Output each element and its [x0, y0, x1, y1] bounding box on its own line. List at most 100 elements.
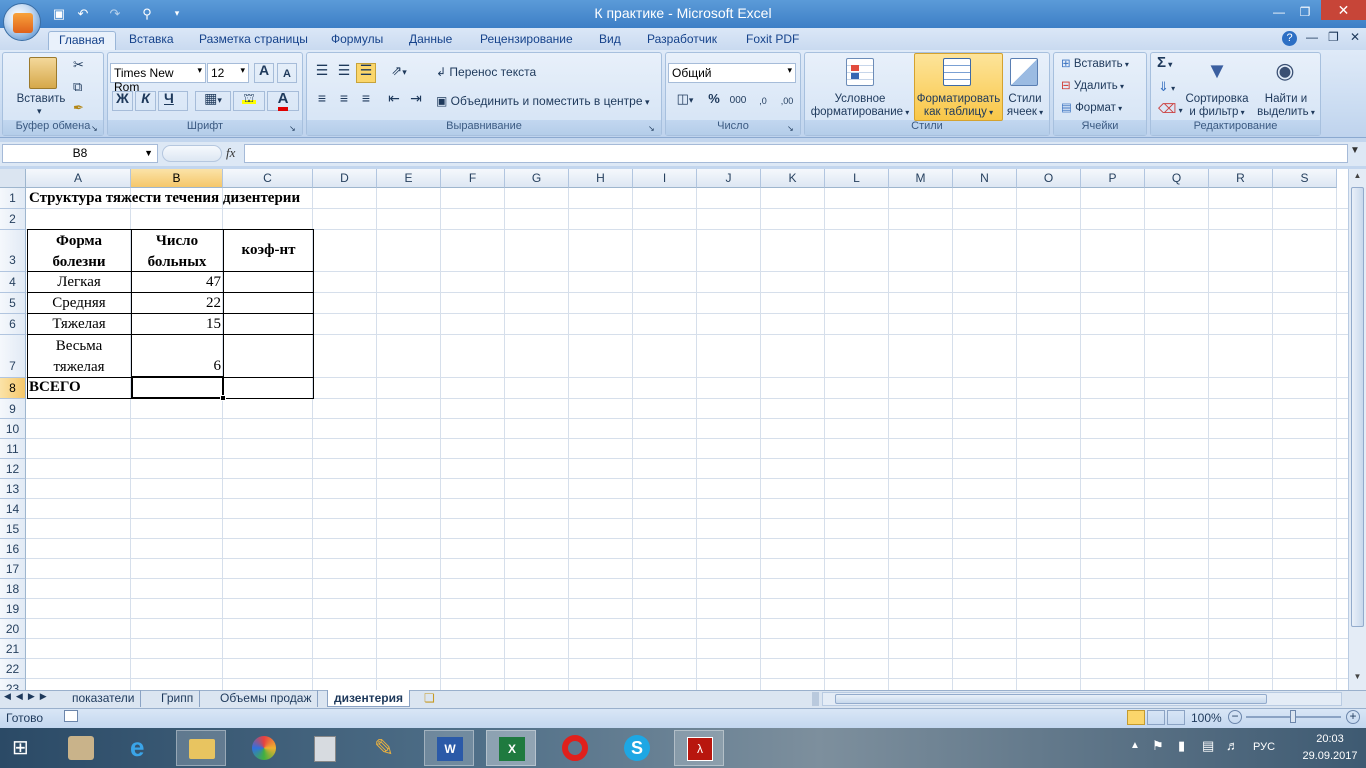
- ribbon-minimize-icon[interactable]: —: [1306, 30, 1318, 44]
- zoom-in-icon[interactable]: +: [1346, 710, 1360, 724]
- column-header-i[interactable]: I: [633, 169, 697, 188]
- font-launcher-icon[interactable]: ↘: [289, 124, 296, 133]
- column-header-b[interactable]: B: [131, 169, 223, 188]
- row-header-16[interactable]: 16: [0, 539, 26, 559]
- undo-icon[interactable]: ↶: [74, 5, 92, 22]
- page-layout-view-icon[interactable]: [1147, 710, 1165, 725]
- row-header-6[interactable]: 6: [0, 314, 26, 335]
- autosum-button[interactable]: Σ ▾: [1157, 55, 1172, 71]
- maximize-icon[interactable]: ❐: [1292, 3, 1318, 21]
- scroll-up-icon[interactable]: ▲: [1351, 171, 1364, 184]
- percent-style-button[interactable]: %: [703, 91, 725, 111]
- align-middle-icon[interactable]: ☰: [334, 63, 354, 83]
- page-break-view-icon[interactable]: [1167, 710, 1185, 725]
- tab-developer[interactable]: Разработчик: [647, 31, 717, 50]
- font-color-button[interactable]: A: [267, 90, 299, 111]
- scroll-down-icon[interactable]: ▼: [1351, 672, 1364, 685]
- taskbar-word-icon[interactable]: W: [424, 730, 474, 766]
- column-header-p[interactable]: P: [1081, 169, 1145, 188]
- column-header-h[interactable]: H: [569, 169, 633, 188]
- tab-page-layout[interactable]: Разметка страницы: [199, 31, 308, 50]
- taskbar-skype-icon[interactable]: S: [612, 730, 662, 766]
- decrease-indent-icon[interactable]: ⇤: [384, 91, 404, 111]
- clear-icon[interactable]: ⌫ ▾: [1158, 102, 1183, 117]
- insert-cells-button[interactable]: ⊞ Вставить ▾: [1061, 58, 1129, 71]
- italic-button[interactable]: К: [135, 91, 156, 111]
- row-header-5[interactable]: 5: [0, 293, 26, 314]
- row-header-4[interactable]: 4: [0, 272, 26, 293]
- row-header-19[interactable]: 19: [0, 599, 26, 619]
- tab-formulas[interactable]: Формулы: [331, 31, 383, 50]
- format-painter-icon[interactable]: ✒: [73, 100, 84, 116]
- column-header-d[interactable]: D: [313, 169, 377, 188]
- column-header-a[interactable]: A: [26, 169, 131, 188]
- row-header-14[interactable]: 14: [0, 499, 26, 519]
- tab-view[interactable]: Вид: [599, 31, 621, 50]
- column-header-j[interactable]: J: [697, 169, 761, 188]
- ribbon-restore-icon[interactable]: ❐: [1328, 30, 1339, 44]
- bold-button[interactable]: Ж: [112, 91, 133, 111]
- redo-icon[interactable]: ↷: [106, 5, 124, 22]
- row-header-21[interactable]: 21: [0, 639, 26, 659]
- fill-icon[interactable]: ⇓ ▾: [1158, 80, 1175, 95]
- taskbar-opera-icon[interactable]: [550, 730, 600, 766]
- align-left-icon[interactable]: ≡: [312, 91, 332, 111]
- row-header-12[interactable]: 12: [0, 459, 26, 479]
- row-header-13[interactable]: 13: [0, 479, 26, 499]
- find-select-button[interactable]: Найти и выделить ▾: [1254, 93, 1318, 119]
- column-header-o[interactable]: O: [1017, 169, 1081, 188]
- copy-icon[interactable]: ⧉: [73, 79, 82, 95]
- tray-volume-icon[interactable]: ♬: [1226, 738, 1239, 753]
- cell-styles-button[interactable]: Стили ячеек ▾: [1003, 93, 1047, 119]
- macro-record-icon[interactable]: [64, 710, 78, 722]
- tray-network-icon[interactable]: ▤: [1202, 738, 1214, 754]
- format-cells-button[interactable]: ▤ Формат ▾: [1061, 102, 1122, 115]
- save-icon[interactable]: ▣: [50, 5, 68, 22]
- tab-insert[interactable]: Вставка: [129, 31, 174, 50]
- increase-indent-icon[interactable]: ⇥: [406, 91, 426, 111]
- taskbar-media-icon[interactable]: [240, 730, 290, 766]
- shrink-font-button[interactable]: A: [277, 63, 297, 83]
- column-header-r[interactable]: R: [1209, 169, 1273, 188]
- column-header-k[interactable]: K: [761, 169, 825, 188]
- tray-battery-icon[interactable]: ▮: [1178, 738, 1185, 754]
- tab-data[interactable]: Данные: [409, 31, 452, 50]
- taskbar-explorer-icon[interactable]: [176, 730, 226, 766]
- workbook-close-icon[interactable]: ✕: [1350, 30, 1360, 44]
- column-header-f[interactable]: F: [441, 169, 505, 188]
- row-header-10[interactable]: 10: [0, 419, 26, 439]
- grow-font-button[interactable]: A: [254, 63, 274, 83]
- row-header-8[interactable]: 8: [0, 378, 26, 399]
- tray-expand-icon[interactable]: ▲: [1130, 740, 1140, 751]
- horizontal-scrollbar[interactable]: [822, 692, 1342, 706]
- column-header-c[interactable]: C: [223, 169, 313, 188]
- align-center-icon[interactable]: ≡: [334, 91, 354, 111]
- font-size-combo[interactable]: 12 ▾: [207, 63, 249, 83]
- format-as-table-button[interactable]: Форматировать как таблицу ▾: [914, 93, 1003, 119]
- currency-format-icon[interactable]: ◫▾: [670, 91, 700, 111]
- sheet-tab-dizenteriya[interactable]: дизентерия: [327, 690, 410, 707]
- horizontal-scroll-thumb[interactable]: [835, 694, 1267, 704]
- column-header-g[interactable]: G: [505, 169, 569, 188]
- comma-style-button[interactable]: 000: [727, 91, 749, 111]
- vertical-scroll-thumb[interactable]: [1351, 187, 1364, 627]
- sheet-tab-gripp[interactable]: Грипп: [155, 690, 201, 707]
- increase-decimal-button[interactable]: ,0: [752, 91, 774, 111]
- select-all-corner[interactable]: [0, 169, 26, 188]
- print-preview-icon[interactable]: ⚲: [138, 5, 156, 22]
- name-box[interactable]: B8 ▼: [2, 144, 158, 163]
- row-header-9[interactable]: 9: [0, 399, 26, 419]
- column-header-n[interactable]: N: [953, 169, 1017, 188]
- expand-formula-bar-icon[interactable]: ▼: [1350, 145, 1360, 156]
- align-right-icon[interactable]: ≡: [356, 91, 376, 111]
- taskbar-excel-icon[interactable]: X: [486, 730, 536, 766]
- sort-filter-button[interactable]: Сортировка и фильтр ▾: [1184, 93, 1250, 119]
- row-header-17[interactable]: 17: [0, 559, 26, 579]
- sheet-tab-pokazateli[interactable]: показатели: [66, 690, 142, 707]
- row-header-23[interactable]: 23: [0, 679, 26, 690]
- decrease-decimal-button[interactable]: ,00: [776, 91, 798, 111]
- insert-sheet-icon[interactable]: ❏: [424, 691, 435, 705]
- taskbar-archive-icon[interactable]: [56, 730, 106, 766]
- borders-button[interactable]: ▦▾: [195, 91, 231, 111]
- row-header-1[interactable]: 1: [0, 188, 26, 209]
